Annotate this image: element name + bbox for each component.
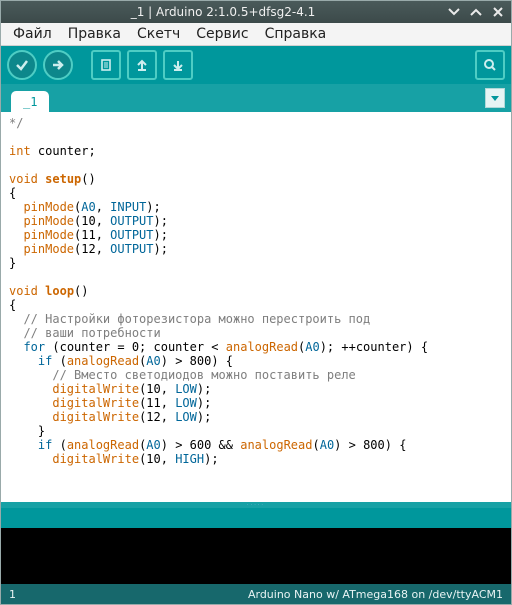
file-icon — [99, 58, 113, 72]
code-editor[interactable]: */ int counter; void setup() { pinMode(A… — [1, 112, 511, 502]
arrow-up-icon — [135, 58, 149, 72]
menubar: Файл Правка Скетч Сервис Справка — [1, 23, 511, 46]
statusbar: 1 Arduino Nano w/ ATmega168 on /dev/ttyA… — [1, 584, 511, 604]
save-button[interactable] — [163, 50, 193, 80]
triangle-down-icon — [490, 93, 500, 103]
tab-menu-button[interactable] — [485, 88, 505, 108]
upload-button[interactable] — [43, 50, 73, 80]
close-icon — [492, 6, 504, 18]
tab-row: _1 — [1, 84, 511, 112]
check-icon — [15, 58, 29, 72]
window-title: _1 | Arduino 2:1.0.5+dfsg2-4.1 — [5, 5, 441, 19]
status-board-info: Arduino Nano w/ ATmega168 on /dev/ttyACM… — [248, 588, 503, 601]
chevron-up-icon — [470, 6, 482, 18]
arrow-right-icon — [51, 58, 65, 72]
titlebar: _1 | Arduino 2:1.0.5+dfsg2-4.1 — [1, 1, 511, 23]
serial-monitor-button[interactable] — [475, 50, 505, 80]
chevron-down-icon — [448, 6, 460, 18]
console-output[interactable] — [1, 528, 511, 584]
arrow-down-icon — [171, 58, 185, 72]
toolbar — [1, 46, 511, 84]
menu-edit[interactable]: Правка — [60, 24, 129, 44]
menu-file[interactable]: Файл — [5, 24, 60, 44]
app-window: _1 | Arduino 2:1.0.5+dfsg2-4.1 Файл Прав… — [0, 0, 512, 605]
window-maximize-button[interactable] — [467, 4, 485, 20]
window-minimize-button[interactable] — [445, 4, 463, 20]
status-line-number: 1 — [9, 588, 16, 601]
editor-wrap: */ int counter; void setup() { pinMode(A… — [1, 112, 511, 502]
menu-tools[interactable]: Сервис — [188, 24, 256, 44]
magnifier-icon — [483, 58, 497, 72]
open-button[interactable] — [127, 50, 157, 80]
menu-help[interactable]: Справка — [257, 24, 335, 44]
verify-button[interactable] — [7, 50, 37, 80]
tab-current[interactable]: _1 — [11, 91, 49, 112]
message-bar — [1, 508, 511, 528]
new-button[interactable] — [91, 50, 121, 80]
menu-sketch[interactable]: Скетч — [129, 24, 188, 44]
window-close-button[interactable] — [489, 4, 507, 20]
